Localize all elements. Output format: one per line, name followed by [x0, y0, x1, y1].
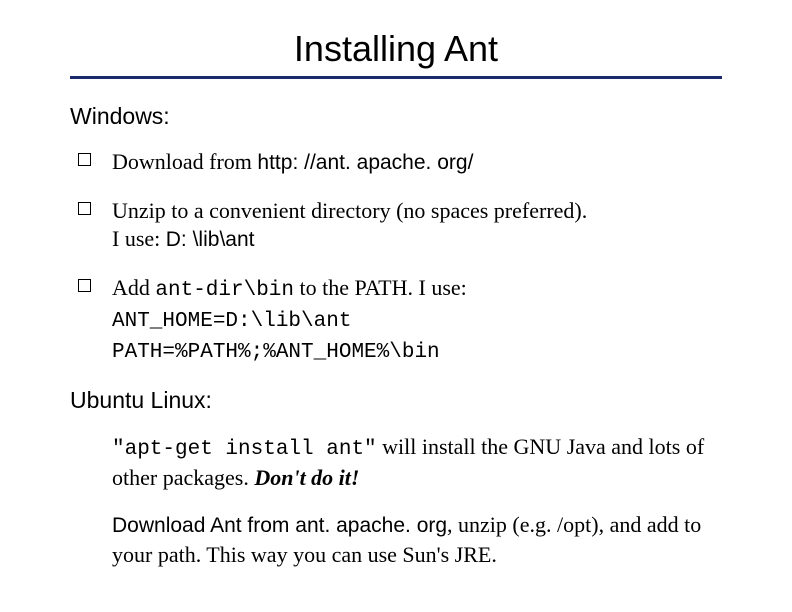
path-code-path: PATH=%PATH%;%ANT_HOME%\bin [112, 340, 722, 367]
slide: Installing Ant Windows: Download from ht… [0, 0, 792, 612]
path-bin: ant-dir\bin [155, 279, 294, 302]
bullet-unzip: Unzip to a convenient directory (no spac… [74, 197, 722, 254]
bullet-path: Add ant-dir\bin to the PATH. I use: ANT_… [74, 274, 722, 367]
unzip-line1: Unzip to a convenient directory (no spac… [112, 198, 587, 223]
bullet-download: Download from http: //ant. apache. org/ [74, 148, 722, 177]
aptget-command: "apt-get install ant" [112, 438, 377, 461]
bullet-download-text: Download from [112, 149, 257, 174]
unzip-line2-pre: I use: [112, 226, 166, 251]
slide-title: Installing Ant [70, 28, 722, 70]
path-line1-post: to the PATH. I use: [294, 275, 467, 300]
unzip-path: D: \lib\ant [166, 228, 255, 251]
dl-host: ant. apache. org [295, 514, 447, 537]
ubuntu-paragraph-2: Download Ant from ant. apache. org, unzi… [70, 510, 722, 569]
title-rule [70, 76, 722, 79]
ubuntu-heading: Ubuntu Linux: [70, 387, 722, 414]
aptget-warning: Don't do it! [254, 465, 359, 490]
download-url: http: //ant. apache. org/ [257, 151, 473, 174]
windows-heading: Windows: [70, 103, 722, 130]
path-code-anthome: ANT_HOME=D:\lib\ant [112, 309, 722, 336]
path-line1-pre: Add [112, 275, 155, 300]
windows-bullets: Download from http: //ant. apache. org/ … [70, 148, 722, 367]
dl-pre: Download Ant from [112, 514, 295, 537]
ubuntu-paragraph-1: "apt-get install ant" will install the G… [70, 432, 722, 493]
